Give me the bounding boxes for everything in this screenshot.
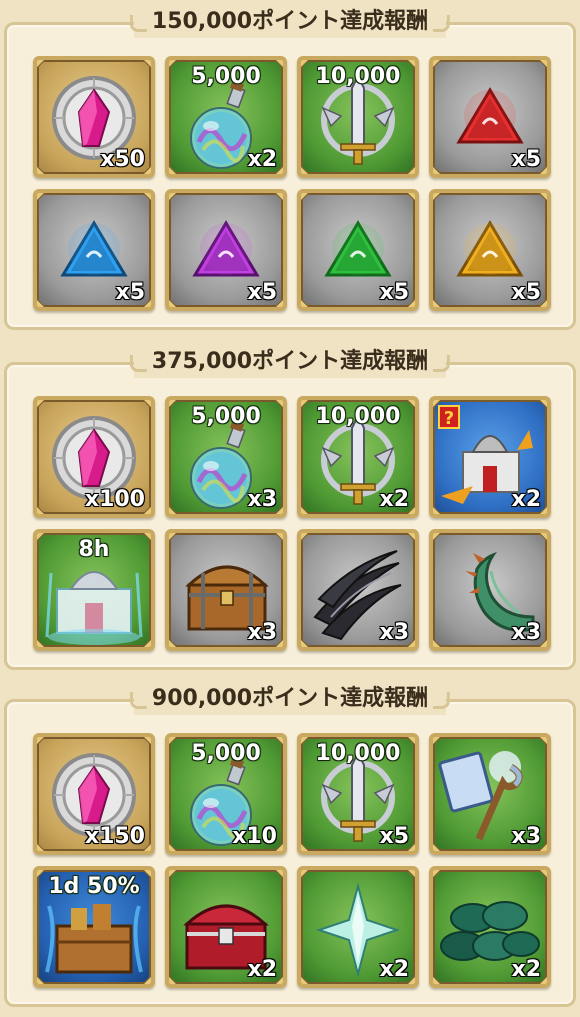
reward-item[interactable]: 5,000 x10 — [165, 733, 287, 855]
item-value-label: 10,000 — [315, 741, 401, 766]
item-quantity: x2 — [511, 487, 542, 512]
item-value-label: 5,000 — [191, 404, 261, 429]
reward-item[interactable]: x5 — [33, 189, 155, 311]
item-quantity: x50 — [100, 147, 145, 172]
reward-item[interactable]: ? x2 — [429, 396, 551, 518]
item-quantity: x2 — [247, 957, 278, 982]
item-quantity: x5 — [511, 280, 542, 305]
item-quantity: x2 — [379, 957, 410, 982]
item-quantity: x5 — [247, 280, 278, 305]
reward-item[interactable]: 10,000 x5 — [297, 733, 419, 855]
item-quantity: x2 — [247, 147, 278, 172]
item-quantity: x5 — [379, 824, 410, 849]
section-title: 900,000ポイント達成報酬 — [129, 677, 451, 715]
item-value-label: 8h — [78, 537, 110, 562]
item-value-label: 5,000 — [191, 64, 261, 89]
item-quantity: x3 — [247, 620, 278, 645]
section-title: 150,000ポイント達成報酬 — [129, 0, 451, 38]
item-quantity: x3 — [511, 824, 542, 849]
reward-item[interactable]: x2 — [429, 866, 551, 988]
item-quantity: x5 — [115, 280, 146, 305]
item-value-label: 10,000 — [315, 404, 401, 429]
reward-section: 375,000ポイント達成報酬 x100 5,000 x3 10,000 x2 ? … — [0, 340, 580, 680]
item-quantity: x10 — [232, 824, 277, 849]
reward-item[interactable]: x3 — [297, 529, 419, 651]
item-quantity: x5 — [379, 280, 410, 305]
reward-item[interactable]: x3 — [165, 529, 287, 651]
reward-item[interactable]: x3 — [429, 529, 551, 651]
reward-item[interactable]: x5 — [429, 189, 551, 311]
reward-item[interactable]: x5 — [297, 189, 419, 311]
reward-item[interactable]: x50 — [33, 56, 155, 178]
item-quantity: x3 — [247, 487, 278, 512]
reward-section: 150,000ポイント達成報酬 x50 5,000 x2 10,000 x5 x5 — [0, 0, 580, 340]
section-title: 375,000ポイント達成報酬 — [129, 340, 451, 378]
reward-item[interactable]: x2 — [165, 866, 287, 988]
reward-section: 900,000ポイント達成報酬 x150 5,000 x10 10,000 x5 x… — [0, 677, 580, 1017]
item-quantity: x3 — [511, 620, 542, 645]
item-quantity: x150 — [84, 824, 145, 849]
item-quantity: x3 — [379, 620, 410, 645]
item-value-label: 1d 50% — [48, 874, 140, 899]
reward-item[interactable]: x100 — [33, 396, 155, 518]
reward-item[interactable]: 5,000 x2 — [165, 56, 287, 178]
svg-text:?: ? — [444, 408, 454, 429]
reward-item[interactable]: 5,000 x3 — [165, 396, 287, 518]
reward-item[interactable]: x2 — [297, 866, 419, 988]
reward-item[interactable]: x5 — [165, 189, 287, 311]
item-value-label: 5,000 — [191, 741, 261, 766]
reward-item[interactable]: 1d 50% — [33, 866, 155, 988]
item-quantity: x5 — [511, 147, 542, 172]
item-quantity: x100 — [84, 487, 145, 512]
reward-item[interactable]: 10,000 — [297, 56, 419, 178]
reward-item[interactable]: 10,000 x2 — [297, 396, 419, 518]
reward-item[interactable]: x150 — [33, 733, 155, 855]
reward-item[interactable]: 8h — [33, 529, 155, 651]
reward-item[interactable]: x3 — [429, 733, 551, 855]
item-quantity: x2 — [379, 487, 410, 512]
item-value-label: 10,000 — [315, 64, 401, 89]
item-quantity: x2 — [511, 957, 542, 982]
reward-item[interactable]: x5 — [429, 56, 551, 178]
